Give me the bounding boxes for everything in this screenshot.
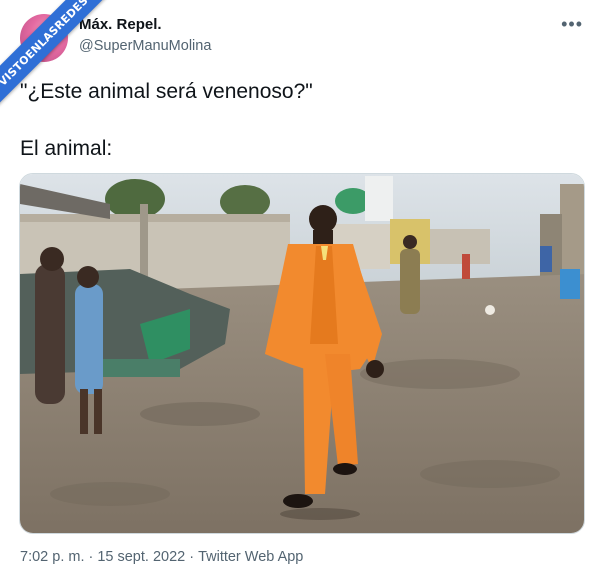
meta-separator: · [88, 549, 94, 565]
watermark-text: VISTOENLASREDES [0, 0, 91, 89]
tweet-time[interactable]: 7:02 p. m. [20, 549, 84, 565]
tweet-meta: 7:02 p. m. · 15 sept. 2022 · Twitter Web App [20, 549, 303, 565]
meta-separator: · [189, 549, 195, 565]
tweet-date[interactable]: 15 sept. 2022 [97, 549, 185, 565]
tweet-photo[interactable] [19, 173, 585, 534]
watermark-ribbon: VISTOENLASREDES [0, 0, 113, 111]
tweet-source[interactable]: Twitter Web App [198, 549, 303, 565]
watermark: VISTOENLASREDES [0, 0, 120, 120]
tweet-card: VISTOENLASREDES Máx. Repel. @SuperManuMo… [0, 0, 601, 581]
more-icon[interactable]: ••• [561, 14, 583, 34]
tweet-text-line-2: El animal: [20, 137, 113, 160]
